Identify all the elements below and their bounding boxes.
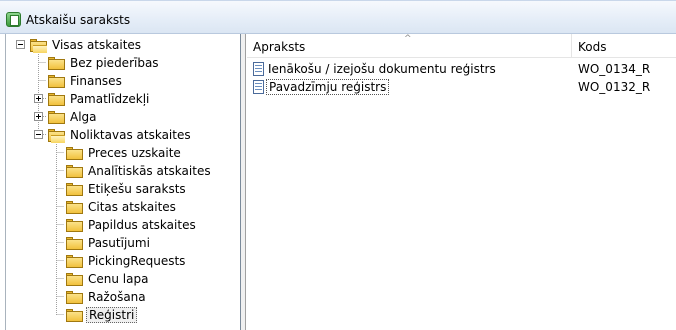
- tree-item-label: Pamatlīdzekļi: [70, 92, 150, 106]
- tree-item-citas-atskaites[interactable]: Citas atskaites: [66, 198, 176, 216]
- folder-icon: [66, 236, 83, 250]
- folder-icon: [66, 308, 83, 322]
- column-header-apraksts[interactable]: Apraksts: [253, 40, 305, 54]
- tree-item-pamatlidzekli[interactable]: Pamatlīdzekļi: [48, 90, 149, 108]
- folder-icon: [66, 182, 83, 196]
- tree-item-papildus-atskaites[interactable]: Papildus atskaites: [66, 216, 196, 234]
- row-description: Ienākošu / izejošu dokumentu reģistrs: [268, 62, 496, 76]
- tree-item-label: Etiķešu saraksts: [88, 182, 186, 196]
- tree-item-visas-atskaites[interactable]: Visas atskaites: [30, 36, 141, 54]
- tree-item-pasutijumi[interactable]: Pasutījumi: [66, 234, 150, 252]
- tree-item-analitiskas-atskaites[interactable]: Analītiskās atskaites: [66, 162, 211, 180]
- report-document-icon: [253, 80, 264, 94]
- tree-item-label: Visas atskaites: [52, 38, 142, 52]
- expand-toggle-alga[interactable]: [34, 112, 43, 121]
- list-row[interactable]: Ienākošu / izejošu dokumentu reģistrs WO…: [247, 60, 676, 78]
- folder-icon: [66, 164, 83, 178]
- report-document-icon: [253, 62, 264, 76]
- window-title: Atskaišu saraksts: [26, 13, 131, 27]
- window-title-bar: Atskaišu saraksts: [0, 0, 676, 34]
- collapse-toggle-noliktavas[interactable]: [34, 130, 43, 139]
- tree-item-bez-piederibas[interactable]: Bez piederības: [48, 54, 159, 72]
- tree-item-label: Analītiskās atskaites: [88, 164, 211, 178]
- folder-icon: [48, 92, 65, 106]
- tree-item-preces-uzskaite[interactable]: Preces uzskaite: [66, 144, 181, 162]
- folder-open-icon: [48, 128, 65, 143]
- expand-toggle-pamatlidzekli[interactable]: [34, 94, 43, 103]
- tree-item-alga[interactable]: Alga: [48, 108, 97, 126]
- folder-icon: [66, 290, 83, 304]
- folder-icon: [66, 146, 83, 160]
- column-divider[interactable]: [571, 34, 572, 58]
- tree-item-label: Ražošana: [88, 290, 146, 304]
- folder-icon: [48, 110, 65, 124]
- tree-item-label: Alga: [70, 110, 97, 124]
- tree-item-label: Papildus atskaites: [88, 218, 196, 232]
- list-row[interactable]: Pavadzīmju reģistrs WO_0132_R: [247, 78, 676, 96]
- tree-item-finanses[interactable]: Finanses: [48, 72, 122, 90]
- report-list[interactable]: ^ Apraksts Kods Ienākošu / izejošu dokum…: [247, 34, 676, 330]
- tree-item-registri[interactable]: Reģistri: [66, 306, 138, 324]
- tree-item-label: Citas atskaites: [88, 200, 176, 214]
- folder-icon: [48, 56, 65, 70]
- list-header: ^ Apraksts Kods: [247, 34, 676, 58]
- tree-item-label: Bez piederības: [70, 56, 159, 70]
- tree-item-razosana[interactable]: Ražošana: [66, 288, 146, 306]
- folder-icon: [66, 272, 83, 286]
- pane-splitter[interactable]: [241, 34, 246, 330]
- tree-item-pickingrequests[interactable]: PickingRequests: [66, 252, 185, 270]
- column-header-kods[interactable]: Kods: [578, 40, 606, 54]
- tree-item-label: Finanses: [70, 74, 122, 88]
- folder-open-icon: [30, 38, 47, 53]
- sort-ascending-icon: ^: [404, 34, 412, 44]
- report-app-icon: [6, 12, 21, 27]
- tree-item-label: Noliktavas atskaites: [70, 128, 191, 142]
- collapse-toggle-root[interactable]: [16, 40, 25, 49]
- report-category-tree[interactable]: Visas atskaites Bez piederības Finanses …: [5, 34, 241, 330]
- row-description-focused: Pavadzīmju reģistrs: [266, 79, 390, 95]
- tree-item-label: Preces uzskaite: [88, 146, 181, 160]
- tree-item-label-selected: Reģistri: [86, 307, 138, 323]
- folder-icon: [66, 254, 83, 268]
- tree-item-label: Pasutījumi: [88, 236, 150, 250]
- folder-icon: [66, 218, 83, 232]
- tree-item-etiketu-saraksts[interactable]: Etiķešu saraksts: [66, 180, 186, 198]
- tree-item-cenu-lapa[interactable]: Cenu lapa: [66, 270, 148, 288]
- folder-icon: [48, 74, 65, 88]
- row-code: WO_0132_R: [578, 80, 651, 94]
- tree-item-label: PickingRequests: [88, 254, 186, 268]
- tree-item-noliktavas-atskaites[interactable]: Noliktavas atskaites: [48, 126, 191, 144]
- folder-icon: [66, 200, 83, 214]
- row-code: WO_0134_R: [578, 62, 651, 76]
- tree-item-label: Cenu lapa: [88, 272, 149, 286]
